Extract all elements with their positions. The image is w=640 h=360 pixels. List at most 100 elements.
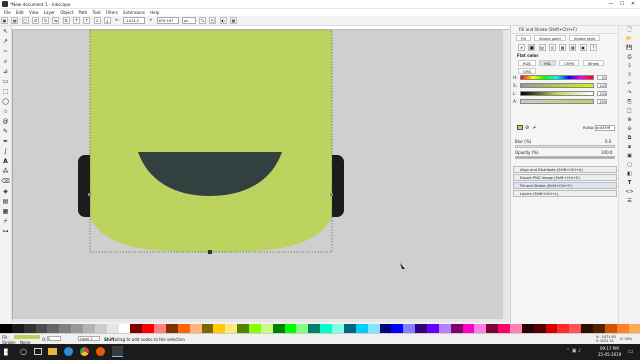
palette-swatch[interactable]: [23, 324, 36, 333]
tab-cmyk[interactable]: CMYK: [559, 60, 580, 66]
zoom-tool-icon[interactable]: ⌕: [1, 57, 10, 66]
dropper-tool-icon[interactable]: ⌿: [1, 217, 10, 226]
linear-gradient-icon[interactable]: ▤: [538, 44, 546, 51]
y-field[interactable]: 679.167: [156, 17, 179, 24]
ungroup-icon[interactable]: ▢: [619, 161, 640, 170]
tab-rgb[interactable]: RGB: [518, 60, 536, 66]
pen-tool-icon[interactable]: ✒: [1, 137, 10, 146]
undo-icon[interactable]: ↶: [619, 80, 640, 89]
menu-text[interactable]: Text: [93, 9, 101, 16]
palette-swatch[interactable]: [509, 324, 522, 333]
hue-value[interactable]: 51: [597, 75, 607, 80]
menu-edit[interactable]: Edit: [16, 9, 24, 16]
unset-paint-icon[interactable]: ?: [589, 44, 597, 51]
gradient-tool-icon[interactable]: ▤: [1, 197, 10, 206]
palette-swatch[interactable]: [59, 324, 72, 333]
palette-swatch[interactable]: [415, 324, 427, 333]
scale-stroke-icon[interactable]: ⤡: [199, 17, 207, 24]
open-icon[interactable]: 📂: [619, 35, 640, 44]
palette-swatch[interactable]: [367, 324, 380, 333]
hue-slider[interactable]: [520, 75, 594, 80]
flip-horizontal-icon[interactable]: ⇆: [52, 17, 60, 24]
palette-swatch[interactable]: [403, 324, 416, 333]
menu-filters[interactable]: Filters: [106, 9, 118, 16]
task-view-icon[interactable]: [34, 348, 42, 355]
lower-to-bottom-icon[interactable]: ⤓: [103, 17, 111, 24]
palette-swatch[interactable]: [47, 324, 60, 333]
raise-to-top-icon[interactable]: ⤒: [72, 17, 80, 24]
dock-align-distribute[interactable]: Align and Distribute (Shift+Ctrl+A): [513, 166, 617, 173]
palette-swatch[interactable]: [308, 324, 321, 333]
spiral-tool-icon[interactable]: @: [1, 117, 10, 126]
no-paint-icon[interactable]: ✕: [518, 44, 525, 51]
text-font-icon[interactable]: T: [619, 179, 640, 188]
print-icon[interactable]: ⎙: [619, 53, 640, 62]
palette-swatch[interactable]: [592, 324, 605, 333]
palette-swatch[interactable]: [189, 324, 202, 333]
search-icon[interactable]: ○: [20, 347, 27, 356]
pencil-tool-icon[interactable]: ✎: [1, 127, 10, 136]
palette-swatch[interactable]: [249, 324, 261, 333]
palette-swatch[interactable]: [213, 324, 226, 333]
transform-pattern-icon[interactable]: ▩: [229, 17, 237, 24]
palette-swatch[interactable]: [284, 324, 297, 333]
dock-layers[interactable]: Layers (Shift+Ctrl+L): [513, 190, 617, 197]
inkscape-task-icon[interactable]: [112, 346, 123, 357]
palette-swatch[interactable]: [177, 324, 190, 333]
select-all-icon[interactable]: ▣: [1, 17, 8, 24]
palette-swatch[interactable]: [604, 324, 617, 333]
dock-fill-stroke[interactable]: Fill and Stroke (Shift+Ctrl+F): [513, 182, 617, 189]
opacity-value[interactable]: 100.0: [601, 150, 612, 155]
chrome-icon[interactable]: [80, 347, 89, 356]
lightness-slider[interactable]: [520, 91, 594, 96]
palette-swatch[interactable]: [296, 324, 309, 333]
redo-icon[interactable]: ↷: [619, 89, 640, 98]
palette-swatch[interactable]: [521, 324, 534, 333]
palette-swatch[interactable]: [498, 324, 510, 333]
explorer-icon[interactable]: [48, 348, 57, 355]
palette-swatch[interactable]: [355, 324, 368, 333]
import-icon[interactable]: ⇩: [619, 62, 640, 71]
x-field[interactable]: -1414.2: [123, 17, 146, 24]
palette-swatch[interactable]: [71, 324, 84, 333]
eyedropper-icon[interactable]: ⌿: [533, 125, 536, 131]
menu-file[interactable]: File: [4, 9, 11, 16]
menu-layer[interactable]: Layer: [44, 9, 55, 16]
tab-stroke-paint[interactable]: Stroke paint: [534, 35, 566, 41]
bucket-tool-icon[interactable]: ◈: [1, 187, 10, 196]
right-node[interactable]: [330, 193, 333, 196]
palette-swatch[interactable]: [130, 324, 143, 333]
color-palette[interactable]: [0, 324, 640, 333]
layer-select[interactable]: Layer 1: [78, 336, 100, 341]
tab-wheel[interactable]: Wheel: [582, 60, 605, 66]
save-icon[interactable]: 💾: [619, 44, 640, 53]
palette-swatch[interactable]: [438, 324, 451, 333]
zoom-out-icon[interactable]: ⊖: [619, 125, 640, 134]
tab-cms[interactable]: CMS: [518, 68, 536, 74]
node-tool-icon[interactable]: ↗: [1, 37, 10, 46]
palette-swatch[interactable]: [343, 324, 356, 333]
palette-swatch[interactable]: [450, 324, 463, 333]
palette-swatch[interactable]: [462, 324, 475, 333]
minimize-button[interactable]: —: [606, 1, 616, 8]
radial-gradient-icon[interactable]: ◎: [548, 44, 556, 51]
palette-swatch[interactable]: [201, 324, 214, 333]
mesh-gradient-icon[interactable]: ▦: [559, 44, 567, 51]
left-node[interactable]: [88, 193, 91, 196]
drawing-canvas[interactable]: [12, 30, 509, 322]
tab-fill[interactable]: Fill: [516, 35, 531, 41]
opacity-slider[interactable]: [515, 156, 615, 159]
fill-stroke-icon[interactable]: ◧: [619, 170, 640, 179]
palette-swatch[interactable]: [569, 324, 582, 333]
vertical-scrollbar[interactable]: [503, 30, 509, 322]
group-icon[interactable]: ▣: [619, 152, 640, 161]
pattern-icon[interactable]: ▩: [569, 44, 577, 51]
connector-tool-icon[interactable]: ⊶: [1, 227, 10, 236]
menu-view[interactable]: View: [29, 9, 39, 16]
xml-editor-icon[interactable]: <>: [619, 188, 640, 197]
text-tool-icon[interactable]: A: [1, 157, 10, 166]
flat-color-icon[interactable]: ■: [528, 44, 536, 51]
rotate-cw-icon[interactable]: ↻: [42, 17, 50, 24]
palette-swatch[interactable]: [0, 324, 12, 333]
zoom-in-icon[interactable]: ⊕: [619, 116, 640, 125]
